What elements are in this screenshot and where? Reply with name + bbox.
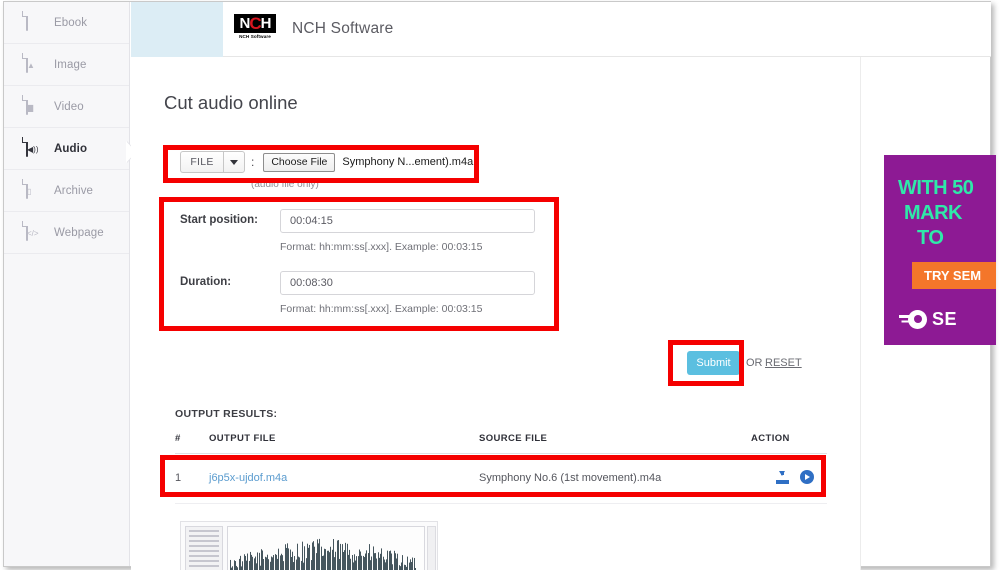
advertisement-banner[interactable]: WITH 50 MARK TO TRY SEM SE — [884, 155, 996, 345]
sidebar-item-label: Ebook — [54, 16, 88, 29]
row-actions — [776, 470, 814, 484]
ad-headline-line2: MARK — [904, 202, 963, 224]
waveform-canvas — [227, 526, 425, 570]
page-title: Cut audio online — [164, 92, 298, 113]
nch-logo-icon[interactable]: NCH NCH Software — [231, 13, 279, 45]
reset-link[interactable]: RESET — [765, 357, 802, 369]
download-icon[interactable] — [776, 470, 789, 484]
column-header-action: ACTION — [751, 429, 827, 454]
sidebar-item-label: Image — [54, 58, 87, 71]
row-index: 1 — [175, 453, 209, 504]
column-header-num: # — [175, 429, 209, 454]
sidebar-item-archive[interactable]: ▯ Archive — [4, 170, 129, 212]
column-header-source-file: SOURCE FILE — [479, 429, 751, 454]
sidebar-item-image[interactable]: ▲ Image — [4, 44, 129, 86]
brand-title: NCH Software — [292, 20, 394, 37]
chosen-file-name: Symphony N...ement).m4a — [342, 156, 474, 168]
table-header-row: # OUTPUT FILE SOURCE FILE ACTION — [175, 429, 827, 454]
table-row: 1 j6p5x-ujdof.m4a Symphony No.6 (1st mov… — [175, 453, 827, 504]
column-header-output-file: OUTPUT FILE — [209, 429, 479, 454]
source-file-name: Symphony No.6 (1st movement).m4a — [479, 453, 751, 504]
sidebar-item-label: Webpage — [54, 226, 104, 239]
waveform-scrollbar[interactable] — [427, 526, 436, 570]
sidebar-item-webpage[interactable]: </> Webpage — [4, 212, 129, 254]
start-position-input[interactable] — [280, 209, 535, 233]
play-icon[interactable] — [800, 470, 814, 484]
duration-input[interactable] — [280, 271, 535, 295]
tab-strip-accent — [131, 2, 223, 57]
sidebar-item-label: Video — [54, 100, 84, 113]
ad-brand-text: SE — [932, 309, 958, 329]
comet-icon — [899, 310, 927, 329]
output-file-link[interactable]: j6p5x-ujdof.m4a — [209, 472, 287, 484]
ebook-icon — [26, 11, 43, 33]
sidebar-item-label: Archive — [54, 184, 94, 197]
duration-hint: Format: hh:mm:ss[.xxx]. Example: 00:03:1… — [280, 303, 483, 315]
submit-button[interactable]: Submit — [687, 351, 740, 375]
nch-logo-mark: NCH — [234, 14, 276, 33]
semrush-logo-icon: SE — [899, 309, 958, 330]
image-icon: ▲ — [26, 53, 43, 75]
ad-cta-button[interactable]: TRY SEM — [912, 262, 996, 289]
webpage-icon: </> — [26, 221, 43, 243]
ad-headline-line1: WITH 50 — [898, 177, 974, 199]
output-results-table: # OUTPUT FILE SOURCE FILE ACTION 1 j6p5x… — [175, 429, 827, 504]
choose-file-button[interactable]: Choose File — [263, 152, 336, 172]
start-position-hint: Format: hh:mm:ss[.xxx]. Example: 00:03:1… — [280, 241, 483, 253]
nch-logo-subtext: NCH Software — [239, 34, 271, 39]
application-window: Ebook ▲ Image ▆ Video ◀)) Audio ▯ Archiv… — [0, 0, 1000, 570]
duration-row: Duration: — [180, 271, 535, 295]
output-results-label: OUTPUT RESULTS: — [175, 408, 278, 420]
site-header: NCH NCH Software NCH Software — [223, 2, 991, 57]
file-upload-control: Choose File Symphony N...ement).m4a — [263, 152, 473, 172]
category-sidebar: Ebook ▲ Image ▆ Video ◀)) Audio ▯ Archiv… — [4, 2, 130, 566]
start-position-row: Start position: — [180, 209, 535, 233]
audio-only-note: (audio file only) — [251, 179, 319, 190]
video-icon: ▆ — [26, 95, 43, 117]
waveform-preview — [180, 521, 438, 570]
start-position-label: Start position: — [180, 214, 258, 226]
chevron-down-icon[interactable] — [223, 151, 245, 173]
sidebar-item-audio[interactable]: ◀)) Audio — [4, 128, 129, 170]
duration-label: Duration: — [180, 276, 232, 288]
sidebar-item-label: Audio — [54, 142, 88, 155]
or-label: OR — [746, 357, 763, 369]
main-content: Cut audio online FILE : Choose File Symp… — [131, 57, 861, 570]
file-source-row: FILE : Choose File Symphony N...ement).m… — [180, 151, 473, 173]
archive-icon: ▯ — [26, 179, 43, 201]
waveform-toolbar-panel — [185, 526, 223, 570]
audio-icon: ◀)) — [26, 137, 43, 159]
ad-headline-line3: TO — [917, 227, 944, 249]
separator-colon: : — [251, 155, 255, 169]
file-source-button[interactable]: FILE — [180, 151, 223, 173]
sidebar-item-ebook[interactable]: Ebook — [4, 2, 129, 44]
sidebar-item-video[interactable]: ▆ Video — [4, 86, 129, 128]
